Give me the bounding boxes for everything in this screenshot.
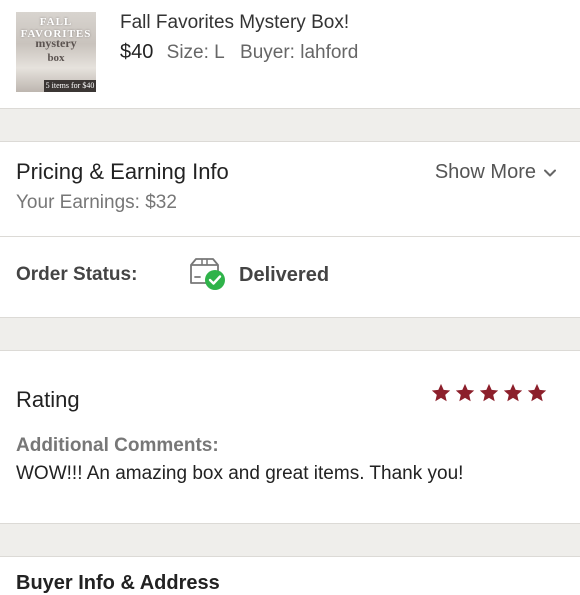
listing-meta: $40 Size: L Buyer: lahford bbox=[120, 41, 358, 64]
buyer-info-heading: Buyer Info & Address bbox=[16, 572, 220, 594]
star-icon bbox=[455, 383, 475, 402]
chevron-down-icon bbox=[544, 169, 556, 176]
listing-thumbnail[interactable]: FALL FAVORITES mystery box 5 items for $… bbox=[16, 12, 96, 92]
star-icon bbox=[479, 383, 499, 402]
star-icon bbox=[503, 383, 523, 402]
listing-size: Size: L bbox=[166, 42, 225, 63]
show-more-button[interactable]: Show More bbox=[435, 161, 556, 184]
section-divider bbox=[0, 318, 580, 350]
star-icon bbox=[527, 383, 547, 402]
earnings-text: Your Earnings: $32 bbox=[16, 192, 177, 213]
package-delivered-icon bbox=[190, 258, 225, 290]
thumbnail-text-mid: mystery bbox=[35, 36, 77, 50]
comments-label: Additional Comments: bbox=[16, 435, 219, 456]
listing-price: $40 bbox=[120, 41, 154, 63]
order-status-label: Order Status: bbox=[16, 264, 138, 285]
pricing-section bbox=[0, 142, 580, 236]
listing-buyer: Buyer: lahford bbox=[240, 42, 359, 63]
show-more-label: Show More bbox=[434, 161, 536, 183]
order-status-value: Delivered bbox=[239, 264, 330, 286]
thumbnail-tag: 5 items for $40 bbox=[44, 80, 96, 92]
thumbnail-text-low: box bbox=[47, 52, 65, 64]
listing-header[interactable]: FALL FAVORITES mystery box 5 items for $… bbox=[0, 0, 580, 108]
listing-title[interactable]: Fall Favorites Mystery Box! bbox=[120, 12, 349, 34]
section-divider bbox=[0, 109, 580, 141]
section-divider bbox=[0, 524, 580, 556]
star-icon bbox=[431, 383, 451, 402]
comments-text: WOW!!! An amazing box and great items. T… bbox=[16, 463, 464, 484]
rating-title: Rating bbox=[16, 387, 80, 412]
rating-stars bbox=[430, 382, 548, 404]
pricing-title: Pricing & Earning Info bbox=[16, 159, 229, 184]
